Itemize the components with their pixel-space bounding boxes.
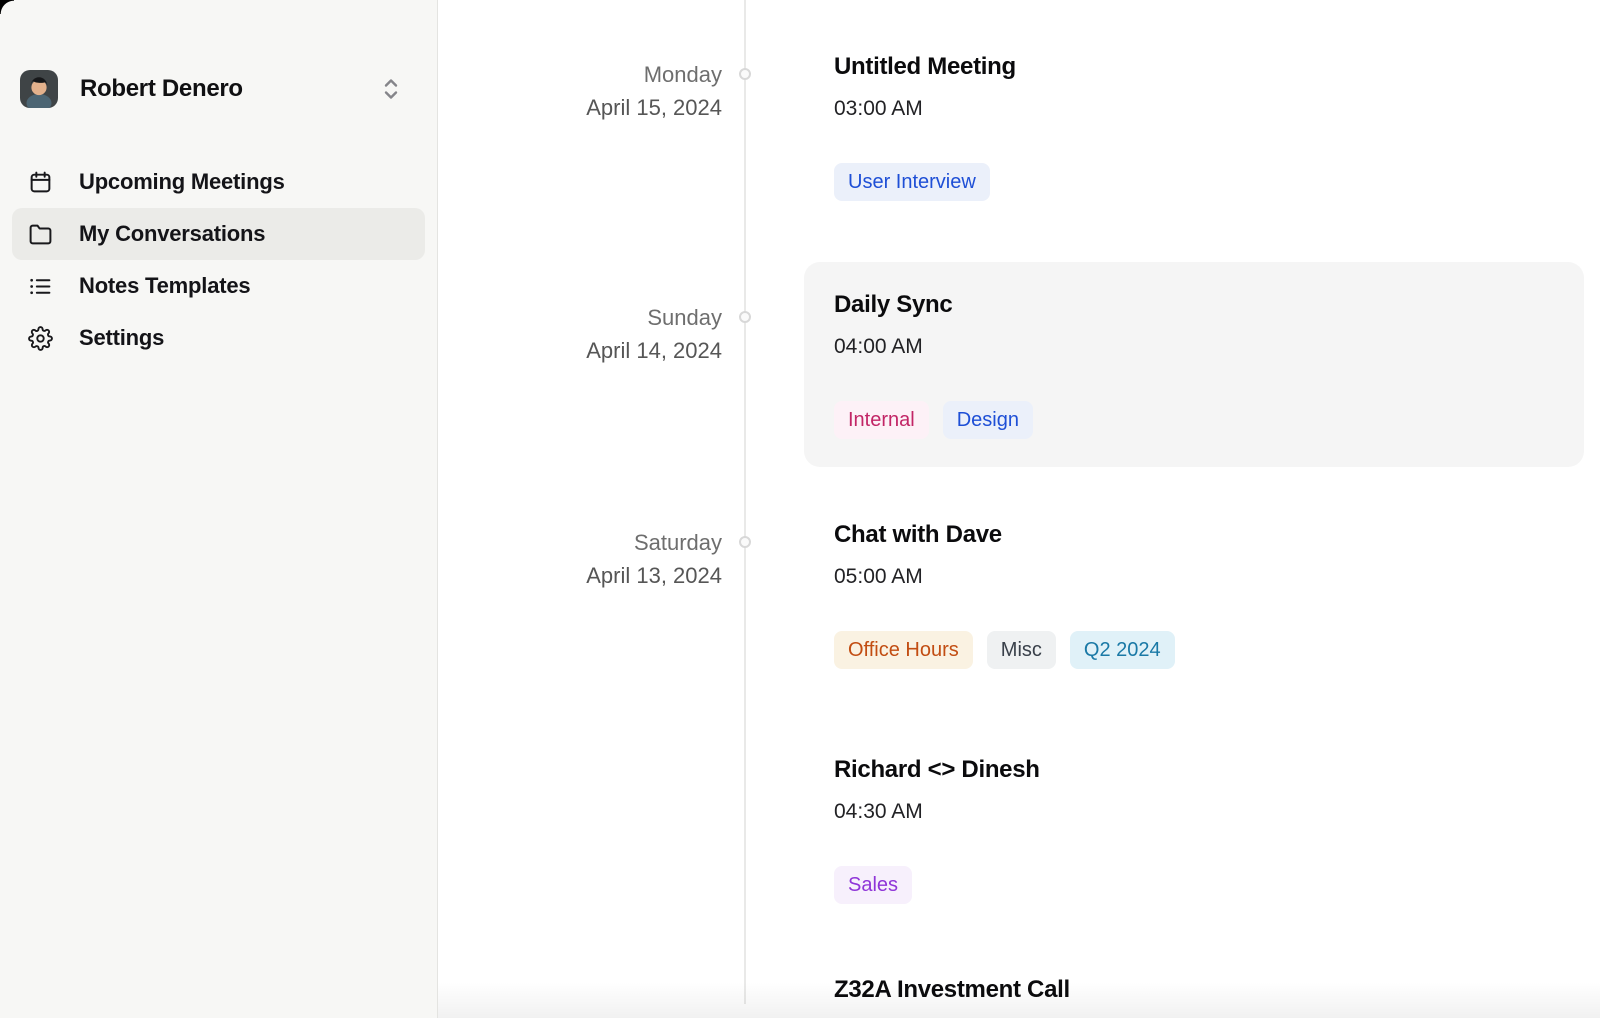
sidebar-item-label: Settings xyxy=(79,325,164,351)
date-label: April 15, 2024 xyxy=(438,91,722,124)
meetings-column: Untitled Meeting 03:00 AM User Interview xyxy=(804,52,1584,201)
sidebar-item-notes-templates[interactable]: Notes Templates xyxy=(12,260,425,312)
conversations-timeline: Monday April 15, 2024 Untitled Meeting 0… xyxy=(438,0,1600,1018)
tag[interactable]: User Interview xyxy=(834,163,990,201)
meeting-title: Richard <> Dinesh xyxy=(834,755,1554,785)
profile-switcher[interactable]: Robert Denero xyxy=(20,70,417,108)
meetings-column: Z32A Investment Call xyxy=(804,975,1584,1005)
timeline-group: Saturday April 13, 2024 Chat with Dave 0… xyxy=(438,520,1600,904)
sidebar-item-my-conversations[interactable]: My Conversations xyxy=(12,208,425,260)
meeting-time: 04:00 AM xyxy=(834,333,1554,361)
sidebar-nav: Upcoming Meetings My Conversations xyxy=(0,156,437,364)
date-label: April 13, 2024 xyxy=(438,559,722,592)
date-column: Sunday April 14, 2024 xyxy=(438,262,746,367)
meeting-tags: Sales xyxy=(834,866,1554,904)
day-label: Sunday xyxy=(438,301,722,334)
timeline-dot xyxy=(739,311,751,323)
timeline-group: Z32A Investment Call xyxy=(438,975,1600,1005)
day-label: Monday xyxy=(438,58,722,91)
meetings-column: Daily Sync 04:00 AM Internal Design xyxy=(804,262,1584,467)
meeting-title: Z32A Investment Call xyxy=(834,975,1554,1005)
tag[interactable]: Q2 2024 xyxy=(1070,631,1175,669)
tag[interactable]: Misc xyxy=(987,631,1056,669)
meeting-time: 05:00 AM xyxy=(834,563,1554,591)
tag[interactable]: Office Hours xyxy=(834,631,973,669)
calendar-icon xyxy=(27,169,53,195)
sidebar-item-label: Notes Templates xyxy=(79,273,250,299)
sidebar: Robert Denero Upcoming Meetings xyxy=(0,0,438,1018)
list-icon xyxy=(27,273,53,299)
meeting-time: 03:00 AM xyxy=(834,95,1554,123)
meeting-tags: Internal Design xyxy=(834,401,1554,439)
meeting-title: Chat with Dave xyxy=(834,520,1554,550)
date-label: April 14, 2024 xyxy=(438,334,722,367)
meeting-title: Untitled Meeting xyxy=(834,52,1554,82)
timeline-group: Monday April 15, 2024 Untitled Meeting 0… xyxy=(438,52,1600,201)
folder-icon xyxy=(27,221,53,247)
tag[interactable]: Design xyxy=(943,401,1033,439)
meeting-item-highlighted[interactable]: Daily Sync 04:00 AM Internal Design xyxy=(804,262,1584,467)
meeting-tags: User Interview xyxy=(834,163,1554,201)
meeting-item[interactable]: Richard <> Dinesh 04:30 AM Sales xyxy=(804,755,1584,904)
meeting-title: Daily Sync xyxy=(834,290,1554,320)
date-column: Monday April 15, 2024 xyxy=(438,52,746,124)
timeline-dot xyxy=(739,68,751,80)
sidebar-item-settings[interactable]: Settings xyxy=(12,312,425,364)
date-column xyxy=(438,975,746,981)
gear-icon xyxy=(27,325,53,351)
meeting-item[interactable]: Z32A Investment Call xyxy=(804,975,1584,1005)
sidebar-item-label: Upcoming Meetings xyxy=(79,169,285,195)
meeting-time: 04:30 AM xyxy=(834,798,1554,826)
meeting-tags: Office Hours Misc Q2 2024 xyxy=(834,631,1554,669)
chevron-updown-icon xyxy=(381,76,401,102)
tag[interactable]: Internal xyxy=(834,401,929,439)
meetings-app: Robert Denero Upcoming Meetings xyxy=(0,0,1600,1018)
timeline-dot xyxy=(739,536,751,548)
day-label: Saturday xyxy=(438,526,722,559)
meeting-item[interactable]: Chat with Dave 05:00 AM Office Hours Mis… xyxy=(804,520,1584,669)
meeting-item[interactable]: Untitled Meeting 03:00 AM User Interview xyxy=(804,52,1584,201)
tag[interactable]: Sales xyxy=(834,866,912,904)
timeline-group: Sunday April 14, 2024 Daily Sync 04:00 A… xyxy=(438,262,1600,467)
sidebar-item-upcoming-meetings[interactable]: Upcoming Meetings xyxy=(12,156,425,208)
avatar xyxy=(20,70,58,108)
user-name: Robert Denero xyxy=(80,75,243,103)
meetings-column: Chat with Dave 05:00 AM Office Hours Mis… xyxy=(804,520,1584,904)
sidebar-item-label: My Conversations xyxy=(79,221,265,247)
date-column: Saturday April 13, 2024 xyxy=(438,520,746,592)
